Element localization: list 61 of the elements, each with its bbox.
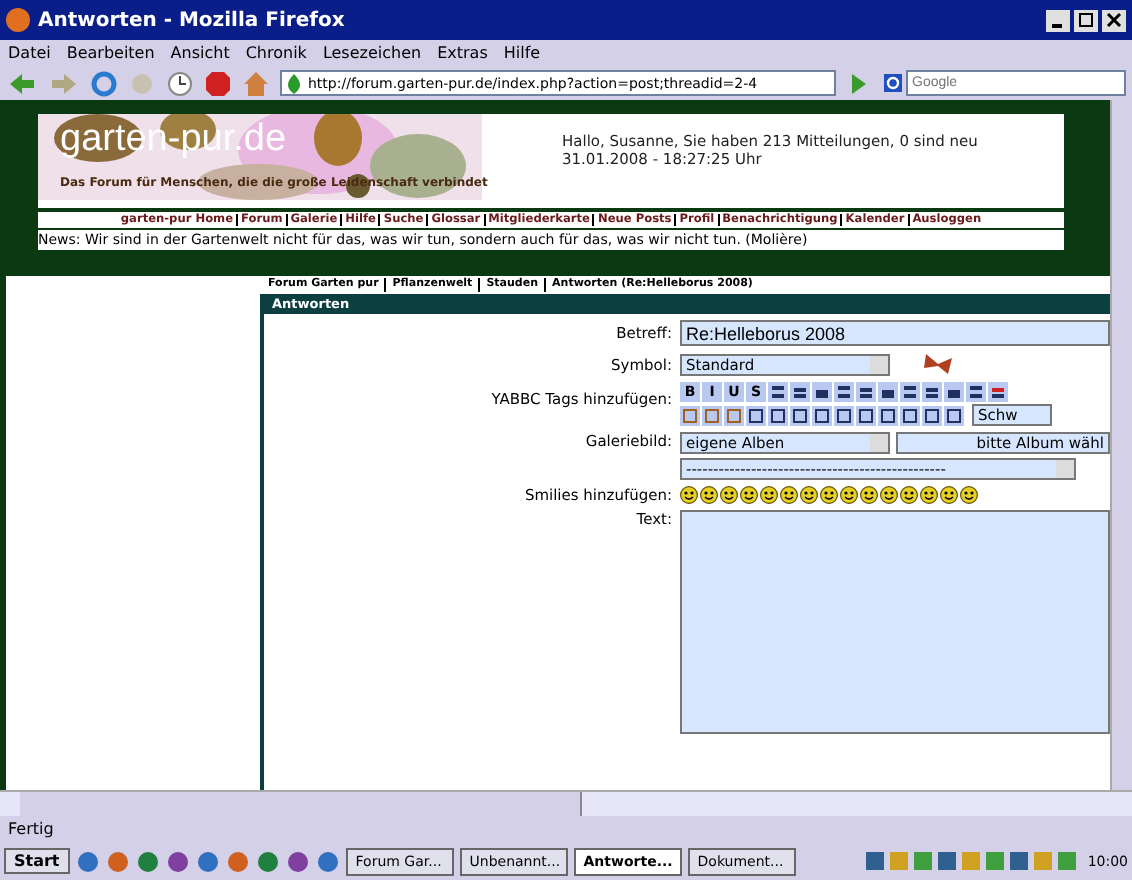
- format-icon[interactable]: [790, 382, 810, 402]
- close-icon: [1106, 12, 1122, 28]
- app-icon[interactable]: [135, 849, 160, 873]
- menu-item[interactable]: Lesezeichen: [322, 44, 422, 62]
- app-icon[interactable]: [75, 849, 100, 873]
- smiley-icon[interactable]: [720, 486, 738, 504]
- format-icon[interactable]: [768, 382, 788, 402]
- window-title: Antworten - Mozilla Firefox: [38, 9, 347, 31]
- subject-field[interactable]: Re:Helleborus 2008: [680, 320, 1110, 346]
- tray-icon[interactable]: [863, 850, 886, 872]
- search-engine-icon[interactable]: [884, 74, 902, 92]
- smiley-icon[interactable]: [820, 486, 838, 504]
- tray-icon[interactable]: [1007, 850, 1030, 872]
- menu-item[interactable]: Bearbeiten: [66, 44, 155, 62]
- app-icon[interactable]: [285, 849, 310, 873]
- app-icon[interactable]: [105, 849, 130, 873]
- app-icon[interactable]: [225, 849, 250, 873]
- smiley-icon[interactable]: [880, 486, 898, 504]
- clock-icon[interactable]: [166, 69, 194, 97]
- format-icon[interactable]: [856, 382, 876, 402]
- smiley-icon[interactable]: [700, 486, 718, 504]
- format-icon[interactable]: [966, 382, 986, 402]
- start-button[interactable]: Start: [4, 848, 70, 874]
- smiley-icon[interactable]: [740, 486, 758, 504]
- menu-item[interactable]: Hilfe: [503, 44, 541, 62]
- horizontal-scrollbar[interactable]: [0, 790, 1132, 816]
- format-icon[interactable]: [878, 382, 898, 402]
- smiley-icon[interactable]: [840, 486, 858, 504]
- format-icon[interactable]: [900, 382, 920, 402]
- smiley-icon[interactable]: [780, 486, 798, 504]
- smiley-icon[interactable]: [680, 486, 698, 504]
- message-field[interactable]: [680, 510, 1110, 734]
- format-icon[interactable]: [988, 382, 1008, 402]
- smiley-icon[interactable]: [920, 486, 938, 504]
- maximize-icon: [1078, 12, 1094, 28]
- app-icon[interactable]: [255, 849, 280, 873]
- maximize-button[interactable]: [1074, 9, 1098, 31]
- smiley-icon[interactable]: [800, 486, 818, 504]
- app-icon[interactable]: [315, 849, 340, 873]
- menu-item[interactable]: Extras: [437, 44, 488, 62]
- smiley-icon[interactable]: [900, 486, 918, 504]
- smiley-icon[interactable]: [940, 486, 958, 504]
- format-icon[interactable]: [944, 382, 964, 402]
- format-icon[interactable]: [922, 382, 942, 402]
- app-icon[interactable]: [165, 849, 190, 873]
- minimize-button[interactable]: [1046, 9, 1070, 31]
- format-icon[interactable]: [834, 382, 854, 402]
- smiley-icon[interactable]: [960, 486, 978, 504]
- tray-icon[interactable]: [935, 850, 958, 872]
- reload-icon[interactable]: [90, 69, 118, 97]
- smiley-icon[interactable]: [760, 486, 778, 504]
- status-text: Fertig: [6, 818, 56, 842]
- app-icon[interactable]: [195, 849, 220, 873]
- close-button[interactable]: [1102, 9, 1126, 31]
- menu-item[interactable]: Datei: [8, 44, 51, 62]
- menu-item[interactable]: Chronik: [245, 44, 307, 62]
- format-icon[interactable]: [812, 382, 832, 402]
- leaf-icon: [286, 73, 302, 93]
- stop-sign-icon[interactable]: [204, 69, 232, 97]
- menu-item[interactable]: Ansicht: [170, 44, 230, 62]
- smiley-icon[interactable]: [860, 486, 878, 504]
